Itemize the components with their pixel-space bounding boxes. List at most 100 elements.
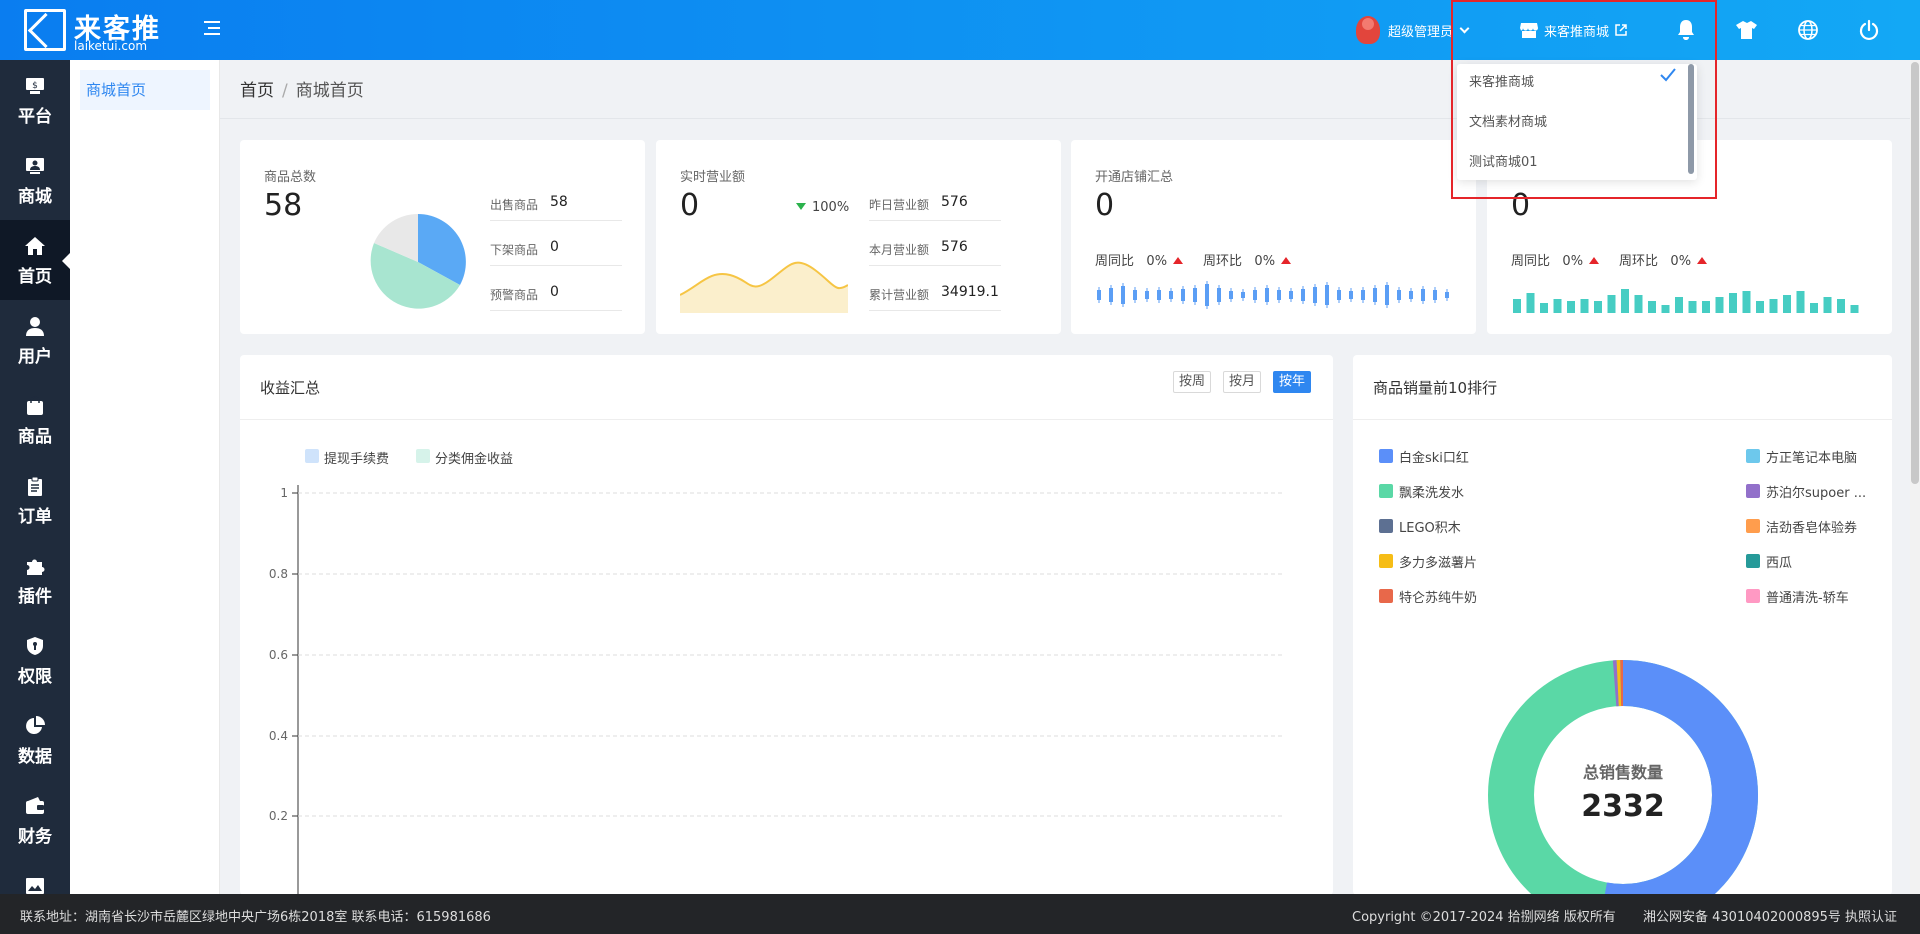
sidebar-item-label: 插件 (18, 587, 52, 607)
revenue-change: 100% (796, 200, 849, 215)
image-icon (26, 878, 44, 894)
stat-value: 58 (550, 194, 568, 210)
footer-icp[interactable]: 湘公网安备 43010402000895号 执照认证 (1643, 906, 1897, 925)
bar (1526, 293, 1535, 313)
legend-swatch (305, 449, 319, 463)
sales-ranking-card: 商品销量前10排行 白金ski口红 方正笔记本电脑 飘柔洗发水 苏泊尔supoer .… (1353, 355, 1892, 895)
bar (1769, 299, 1778, 313)
candle-body (1169, 291, 1173, 299)
breadcrumb-home[interactable]: 首页 (240, 81, 274, 101)
candle-body (1397, 290, 1401, 300)
stat-value: 0 (550, 239, 559, 255)
legend-label[interactable]: 白金ski口红 (1399, 447, 1469, 466)
sidebar-item-store[interactable]: 商城 (0, 140, 70, 220)
shirt-icon (1736, 21, 1757, 39)
arrow-up-icon (1697, 257, 1708, 264)
arrow-up-icon (1173, 257, 1184, 264)
subnav-item-mall-home[interactable]: 商城首页 (80, 70, 210, 110)
y-tick-label: 0.6 (268, 648, 288, 662)
footer-copyright: Copyright ©2017-2024 拾捌网络 版权所有 (1352, 910, 1616, 925)
candle-body (1277, 290, 1281, 300)
candle-body (1433, 290, 1437, 300)
legend-swatch (1746, 519, 1760, 533)
sidebar-item-plugin[interactable]: 插件 (0, 540, 70, 620)
candle-body (1409, 291, 1413, 299)
legend-label[interactable]: 多力多滋薯片 (1399, 552, 1477, 571)
language-button[interactable] (1797, 0, 1819, 60)
bar (1540, 303, 1548, 313)
sidebar-item-order[interactable]: 订单 (0, 460, 70, 540)
candle-body (1325, 285, 1329, 305)
stat-value: 576 (941, 194, 968, 210)
breadcrumb: 首页 / 商城首页 (240, 76, 364, 101)
wow-stat: 周同比 0% (1095, 250, 1184, 269)
wow-stat: 周同比 0% (1511, 250, 1600, 269)
sidebar-item-home[interactable]: 首页 (0, 220, 70, 300)
power-icon (1859, 19, 1879, 41)
wow-label: 周同比 (1511, 254, 1551, 269)
platform-icon: $ (26, 78, 44, 94)
stat-label: 累计营业额 (869, 288, 930, 302)
arrow-down-icon (796, 203, 806, 210)
legend-label[interactable]: 苏泊尔supoer ... (1766, 482, 1866, 501)
sidebar-item-platform[interactable]: $ 平台 (0, 60, 70, 140)
legend-label[interactable]: LEGO积木 (1399, 517, 1461, 536)
puzzle-icon (27, 559, 45, 575)
sidebar-item-permission[interactable]: 权限 (0, 620, 70, 700)
y-tick-label: 1 (280, 486, 288, 500)
legend-swatch (1746, 449, 1760, 463)
sidebar-item-label: 数据 (18, 747, 52, 767)
filter-month-button[interactable]: 按月 (1223, 371, 1262, 393)
footer-address: 联系地址：湖南省长沙市岳麓区绿地中央广场6栋2018室 联系电话：6159816… (20, 910, 491, 925)
mom-label: 周环比 (1203, 254, 1243, 269)
bar (1823, 297, 1832, 313)
legend-label[interactable]: 特仑苏纯牛奶 (1399, 587, 1477, 606)
bar (1729, 293, 1737, 313)
legend-label[interactable]: 分类佣金收益 (435, 448, 513, 467)
logout-button[interactable] (1858, 0, 1880, 60)
row-divider (490, 310, 622, 311)
user-icon (26, 317, 44, 336)
filter-week-button[interactable]: 按周 (1173, 371, 1212, 393)
legend-label[interactable]: 飘柔洗发水 (1399, 482, 1464, 501)
sidebar-item-user[interactable]: 用户 (0, 300, 70, 380)
sidebar-item-media[interactable] (0, 860, 70, 894)
income-summary-card: 收益汇总 按周 按月 按年 提现手续费 分类佣金收益 1 0.8 0.6 0.4… (240, 355, 1333, 895)
theme-button[interactable] (1736, 0, 1758, 60)
legend-label[interactable]: 西瓜 (1766, 552, 1792, 571)
candle-body (1157, 290, 1161, 300)
sidebar-item-data[interactable]: 数据 (0, 700, 70, 780)
user-name: 超级管理员 (1388, 24, 1454, 40)
wow-value: 0% (1146, 254, 1168, 269)
bar (1553, 299, 1562, 313)
menu-toggle-icon[interactable] (200, 16, 224, 40)
mom-value: 0% (1670, 254, 1692, 269)
sidebar-item-finance[interactable]: 财务 (0, 780, 70, 860)
legend-label[interactable]: 方正笔记本电脑 (1766, 447, 1857, 466)
legend-swatch (1746, 554, 1760, 568)
bar (1513, 299, 1521, 313)
revenue-area-chart (680, 261, 848, 313)
arrow-up-icon (1589, 257, 1600, 264)
filter-year-button[interactable]: 按年 (1273, 371, 1312, 393)
candle-body (1337, 290, 1341, 300)
donut-center-label: 总销售数量 (1582, 763, 1663, 782)
page-scrollbar[interactable] (1910, 60, 1920, 894)
y-tick-label: 0.8 (268, 567, 288, 581)
sidebar-item-goods[interactable]: 商品 (0, 380, 70, 460)
card-title: 商品总数 (264, 170, 317, 185)
candle-body (1133, 290, 1137, 300)
logo[interactable]: 来客推 laiketui.com (24, 9, 194, 53)
brand-domain: laiketui.com (74, 39, 148, 53)
legend-label[interactable]: 普通清洗-轿车 (1766, 587, 1849, 606)
legend-label[interactable]: 洁劲香皂体验券 (1766, 517, 1857, 536)
wow-value: 0% (1562, 254, 1584, 269)
bar (1850, 305, 1859, 313)
scrollbar-thumb[interactable] (1911, 62, 1919, 484)
legend-label[interactable]: 提现手续费 (324, 448, 389, 467)
bar (1837, 299, 1845, 313)
mom-label: 周环比 (1619, 254, 1659, 269)
stat-label: 昨日营业额 (869, 198, 930, 212)
breadcrumb-current: 商城首页 (295, 81, 364, 101)
mom-stat: 周环比 0% (1203, 250, 1292, 269)
